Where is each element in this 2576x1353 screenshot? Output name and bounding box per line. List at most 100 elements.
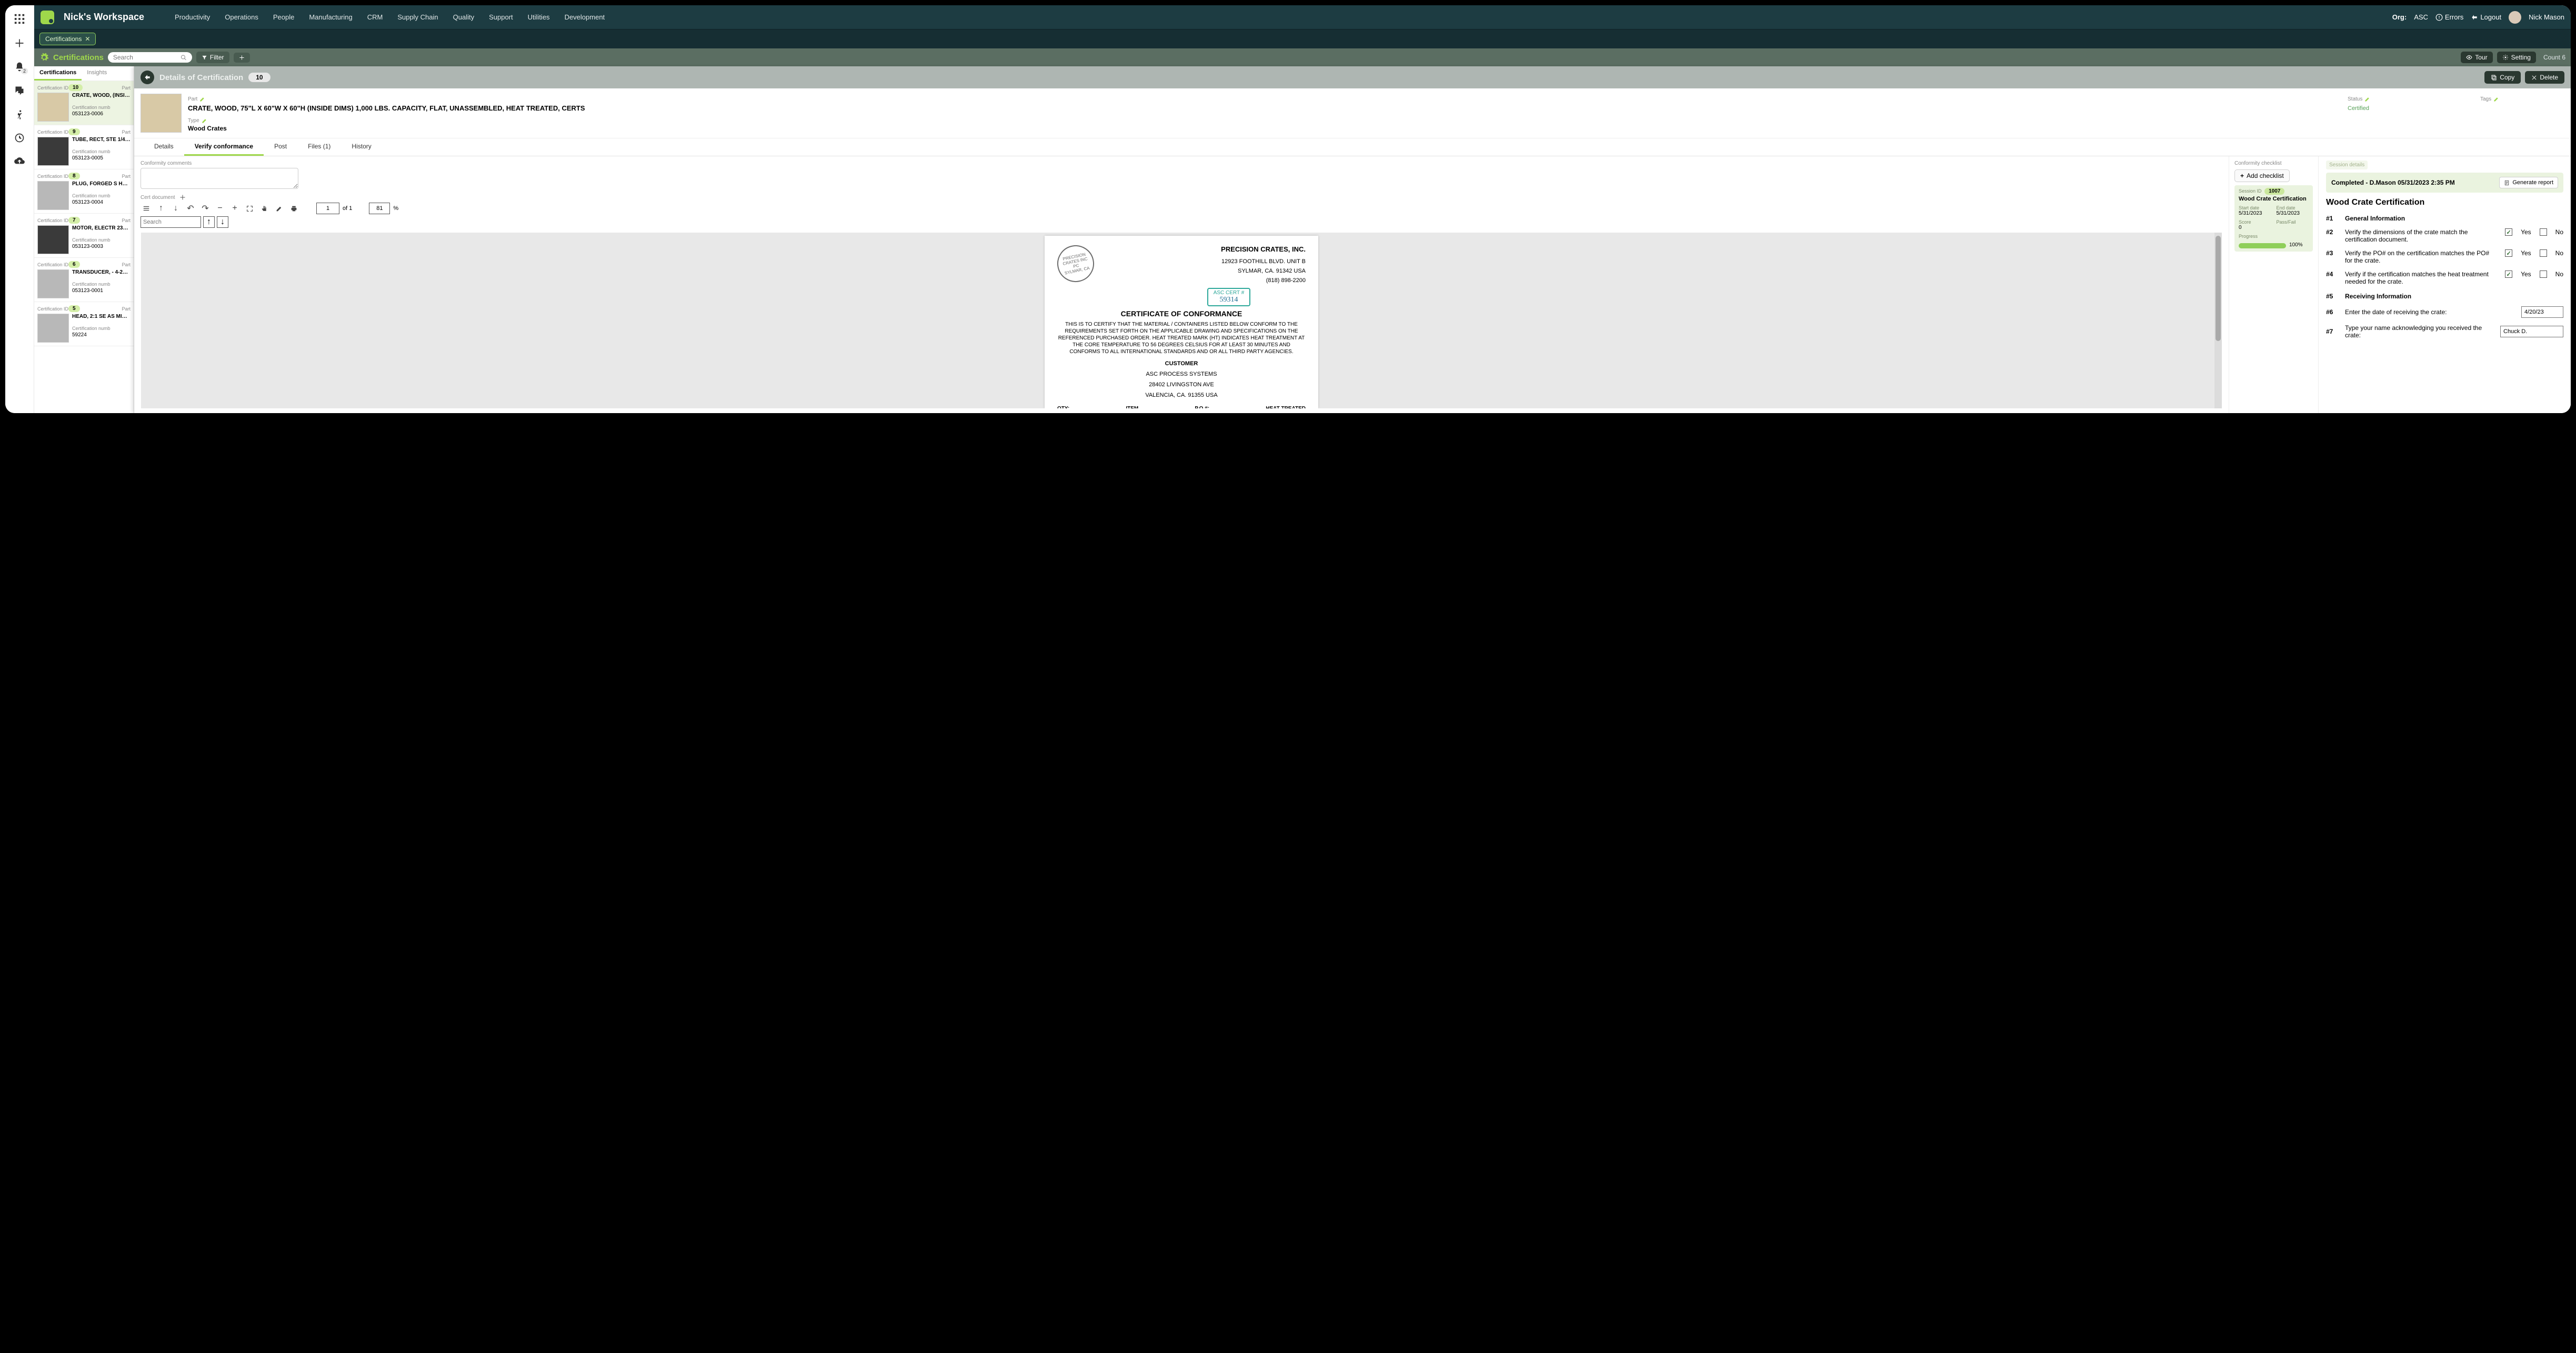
cert-list-item[interactable]: Certification ID6PartTRANSDUCER, - 4-20M… [34, 258, 134, 302]
filter-button[interactable]: Filter [196, 52, 229, 63]
add-doc-icon[interactable] [179, 194, 186, 201]
session-card[interactable]: Session ID 1007 Wood Crate Certification… [2234, 185, 2313, 252]
arrow-down-icon[interactable]: ↓ [170, 203, 182, 214]
pencil-icon[interactable] [273, 203, 285, 214]
tab-files[interactable]: Files (1) [297, 138, 341, 156]
zoom-out-icon[interactable]: − [214, 203, 226, 214]
topbar: Nick's Workspace Productivity Operations… [34, 5, 2571, 29]
cert-id-chip: 5 [68, 305, 80, 312]
edit-type-icon[interactable] [202, 118, 207, 124]
q4-yes-checkbox[interactable] [2505, 270, 2512, 278]
search-box[interactable] [108, 52, 192, 63]
delete-button[interactable]: Delete [2525, 71, 2564, 84]
nav-manufacturing[interactable]: Manufacturing [309, 13, 352, 21]
open-tab-chip[interactable]: Certifications ✕ [39, 33, 96, 45]
q4-no-checkbox[interactable] [2540, 270, 2547, 278]
pdf-search-prev[interactable]: ↑ [203, 216, 215, 228]
fit-icon[interactable] [244, 203, 255, 214]
nav-crm[interactable]: CRM [367, 13, 383, 21]
pdf-viewer[interactable]: PRECISION CRATES INCPCSYLMAR, CA PRECISI… [141, 232, 2222, 409]
copy-button[interactable]: Copy [2484, 71, 2521, 84]
col-po: P.O.#: [1195, 406, 1209, 409]
nav-people[interactable]: People [273, 13, 294, 21]
nav-utilities[interactable]: Utilities [528, 13, 550, 21]
clock-icon[interactable] [14, 133, 25, 143]
q3-yes-checkbox[interactable] [2505, 249, 2512, 257]
pdf-cust1: ASC PROCESS SYSTEMS [1057, 371, 1306, 377]
cloud-upload-icon[interactable] [14, 156, 25, 166]
menu-icon[interactable] [141, 203, 152, 214]
pdf-search-next[interactable]: ↓ [217, 216, 228, 228]
q7-input[interactable] [2500, 326, 2563, 337]
cert-list-item[interactable]: Certification ID8PartPLUG, FORGED S HEX,… [34, 169, 134, 214]
chat-icon[interactable] [14, 85, 25, 96]
bell-icon[interactable]: 2 [14, 62, 25, 72]
edit-tags-icon[interactable] [2493, 96, 2499, 102]
list-pane: Certifications Insights Certification ID… [34, 66, 134, 413]
progress-bar [2239, 243, 2286, 248]
tab-verify[interactable]: Verify conformance [184, 138, 264, 156]
list-tab-insights[interactable]: Insights [82, 66, 112, 81]
avatar[interactable] [2509, 11, 2521, 24]
close-tab-icon[interactable]: ✕ [85, 35, 90, 43]
running-icon[interactable] [14, 109, 25, 119]
generate-report-button[interactable]: Generate report [2499, 177, 2558, 188]
org-label: Org: [2392, 13, 2407, 21]
pdf-search-input[interactable] [141, 216, 201, 228]
org-value[interactable]: ASC [2414, 13, 2428, 21]
nav-productivity[interactable]: Productivity [175, 13, 210, 21]
end-value: 5/31/2023 [2277, 211, 2309, 216]
list-tab-certifications[interactable]: Certifications [34, 66, 82, 81]
end-label: End date [2277, 205, 2309, 211]
nav-development[interactable]: Development [565, 13, 605, 21]
zoom-input[interactable] [369, 203, 390, 214]
q6-input[interactable] [2521, 306, 2563, 318]
tour-button[interactable]: Tour [2461, 52, 2492, 63]
rotate-cw-icon[interactable]: ↷ [199, 203, 211, 214]
part-name: CRATE, WOOD, 75"L X 60"W X 60"H (INSIDE … [188, 104, 2341, 112]
tab-post[interactable]: Post [264, 138, 297, 156]
pdf-scrollbar[interactable] [2214, 233, 2222, 408]
add-checklist-button[interactable]: +Add checklist [2234, 169, 2290, 182]
rotate-ccw-icon[interactable]: ↶ [185, 203, 196, 214]
back-button[interactable] [141, 71, 154, 84]
cert-list-item[interactable]: Certification ID10PartCRATE, WOOD, (INSI… [34, 81, 134, 125]
logo-icon[interactable] [41, 11, 54, 24]
hand-icon[interactable] [258, 203, 270, 214]
session-id-label: Session ID [2239, 188, 2262, 194]
nav-support[interactable]: Support [489, 13, 513, 21]
arrow-up-icon[interactable]: ↑ [155, 203, 167, 214]
apps-icon[interactable] [14, 13, 25, 25]
edit-part-icon[interactable] [199, 96, 205, 102]
cert-id-chip: 6 [68, 261, 80, 268]
errors-link[interactable]: Errors [2435, 13, 2463, 21]
edit-status-icon[interactable] [2364, 96, 2370, 102]
section-5-label: Receiving Information [2345, 293, 2411, 300]
pdf-customer-hdr: CUSTOMER [1057, 360, 1306, 367]
passfail-label: Pass/Fail [2277, 219, 2309, 225]
zoom-in-icon[interactable]: + [229, 203, 240, 214]
search-input[interactable] [113, 54, 181, 61]
cert-id-chip: 7 [68, 217, 80, 224]
logout-link[interactable]: Logout [2471, 13, 2501, 21]
nav-operations[interactable]: Operations [225, 13, 258, 21]
q2-yes-checkbox[interactable] [2505, 228, 2512, 236]
start-label: Start date [2239, 205, 2271, 211]
setting-button[interactable]: Setting [2497, 52, 2536, 63]
nav-quality[interactable]: Quality [453, 13, 474, 21]
print-icon[interactable] [288, 203, 299, 214]
pdf-heading: CERTIFICATE OF CONFORMANCE [1057, 309, 1306, 318]
nav-supply-chain[interactable]: Supply Chain [397, 13, 438, 21]
cert-list-item[interactable]: Certification ID7PartMOTOR, ELECTR 230V/… [34, 214, 134, 258]
cert-id-chip: 10 [68, 84, 83, 91]
q3-no-checkbox[interactable] [2540, 249, 2547, 257]
page-input[interactable] [316, 203, 339, 214]
add-button[interactable] [234, 53, 250, 63]
cert-list-item[interactable]: Certification ID9PartTUBE, RECT, STE 1/4… [34, 125, 134, 169]
plus-icon[interactable] [14, 38, 25, 48]
tab-history[interactable]: History [341, 138, 382, 156]
comments-input[interactable] [141, 168, 298, 189]
q2-no-checkbox[interactable] [2540, 228, 2547, 236]
tab-details[interactable]: Details [144, 138, 184, 156]
cert-list-item[interactable]: Certification ID5PartHEAD, 2:1 SE AS MIN… [34, 302, 134, 346]
